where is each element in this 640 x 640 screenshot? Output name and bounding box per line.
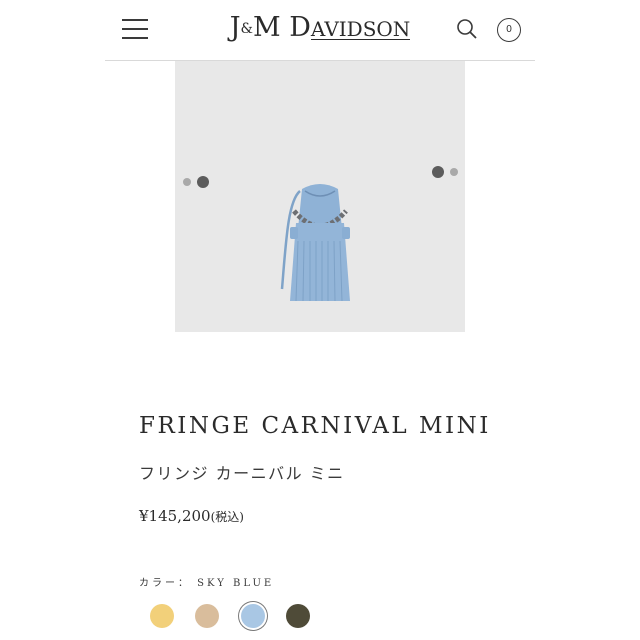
color-swatch-olive[interactable]: [286, 604, 310, 628]
color-swatch-beige[interactable]: [195, 604, 219, 628]
site-header: J&M DAVIDSON 0: [105, 0, 535, 61]
product-price: ¥145,200(税込): [139, 507, 244, 525]
product-image[interactable]: [175, 61, 465, 332]
cart-icon[interactable]: 0: [497, 18, 521, 42]
logo-j: J: [229, 12, 241, 43]
carousel-dot-active[interactable]: [197, 176, 209, 188]
brand-logo[interactable]: J&M DAVIDSON: [225, 12, 415, 46]
price-value: ¥145,200: [139, 507, 211, 525]
color-label: カラー： SKY BLUE: [139, 578, 275, 589]
product-subtitle: フリンジ カーニバル ミニ: [139, 464, 345, 483]
carousel-dot[interactable]: [450, 168, 458, 176]
menu-icon[interactable]: [122, 18, 149, 40]
product-title: FRINGE CARNIVAL MINI: [139, 413, 491, 439]
bag-illustration: [280, 184, 350, 302]
logo-m: M D: [252, 12, 311, 43]
logo-rest: AVIDSON: [310, 17, 411, 41]
carousel-dots-left[interactable]: [183, 176, 209, 188]
carousel-dot[interactable]: [183, 178, 191, 186]
tax-note: (税込): [210, 510, 244, 524]
color-swatch-yellow[interactable]: [150, 604, 174, 628]
carousel-dots-right[interactable]: [432, 166, 458, 178]
color-swatch-sky-blue[interactable]: [241, 604, 265, 628]
search-icon[interactable]: [456, 18, 478, 40]
logo-amp: &: [240, 21, 253, 37]
carousel-dot-active[interactable]: [432, 166, 444, 178]
cart-count: 0: [506, 24, 512, 35]
